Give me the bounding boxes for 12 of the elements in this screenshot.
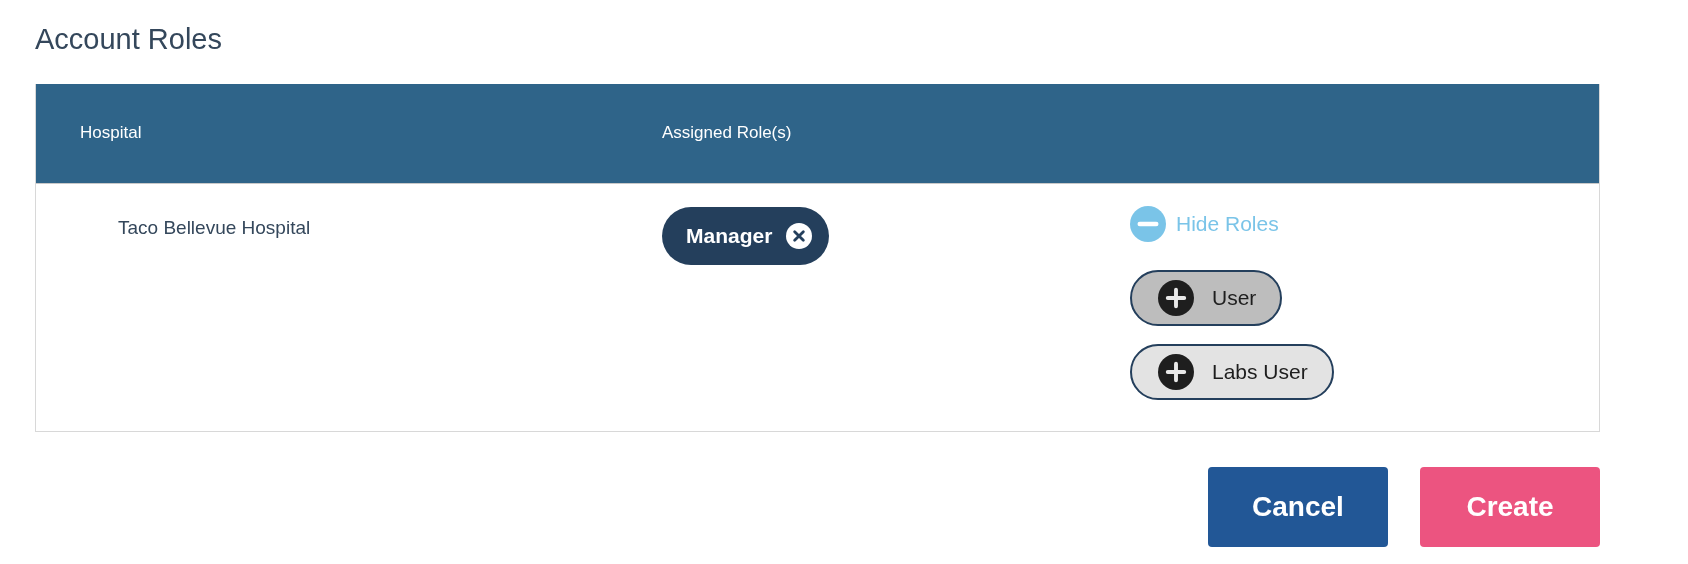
column-header: Assigned Role(s) — [662, 123, 792, 144]
cancel-button[interactable]: Cancel — [1208, 466, 1388, 547]
section-title: Account Roles — [35, 22, 222, 57]
add-role-button[interactable]: User — [1130, 269, 1283, 326]
add-role-button[interactable]: Labs User — [1130, 343, 1334, 400]
role-chip: Manager — [662, 206, 830, 265]
hospital-name: Taco Bellevue Hospital — [118, 216, 311, 238]
column-header: Hospital — [80, 123, 142, 144]
plus-circle-icon — [1158, 353, 1194, 390]
plus-circle-icon — [1158, 279, 1194, 316]
minus-circle-icon — [1130, 205, 1166, 242]
remove-icon[interactable] — [786, 222, 813, 249]
